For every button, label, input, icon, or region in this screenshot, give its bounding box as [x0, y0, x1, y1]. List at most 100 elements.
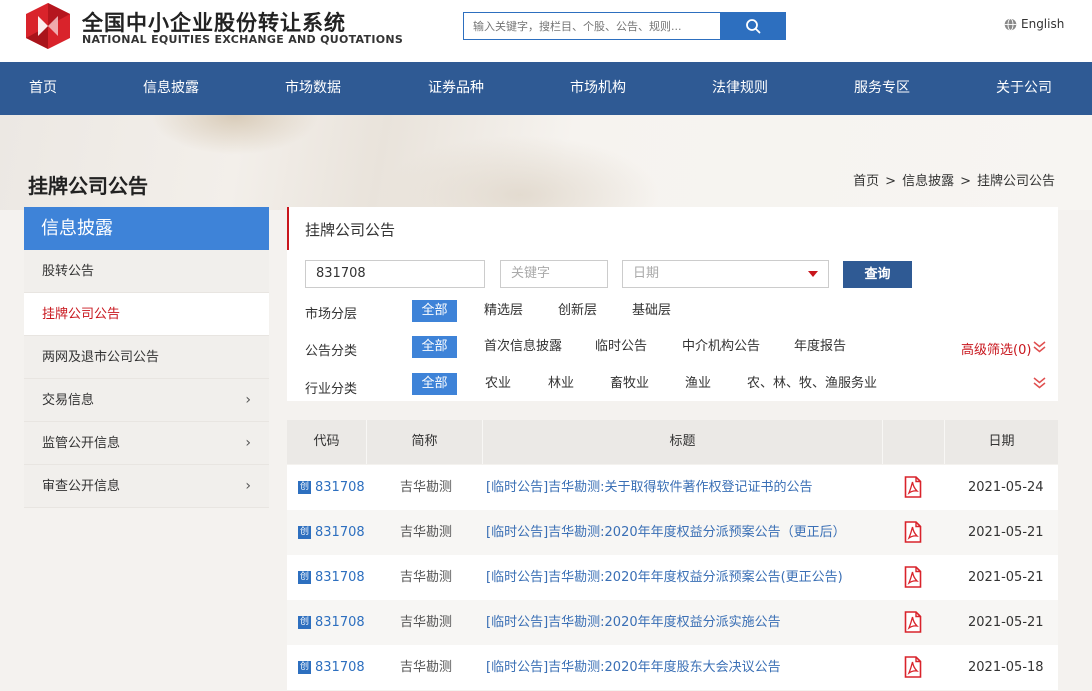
page-banner	[0, 115, 1092, 210]
col-header-name: 简称	[411, 434, 438, 449]
date-picker[interactable]: 日期	[622, 260, 829, 288]
row-title-link[interactable]: [临时公告]吉华勘测:2020年年度权益分派预案公告(更正公告)	[486, 555, 843, 600]
advanced-filter-link[interactable]: 高级筛选(0)	[961, 339, 1031, 358]
column-divider	[882, 420, 883, 464]
chevron-right-icon: ›	[245, 478, 251, 494]
nav-item-services[interactable]: 服务专区	[854, 62, 910, 115]
globe-icon	[1004, 17, 1017, 31]
innovation-tier-badge: 创	[298, 661, 311, 674]
row-short-name: 吉华勘测	[400, 525, 453, 540]
industry-forestry[interactable]: 林业	[548, 373, 574, 395]
market-tier-basic[interactable]: 基础层	[632, 300, 671, 322]
sidebar-item-regulatory-info[interactable]: 监管公开信息 ›	[24, 422, 269, 465]
row-short-name: 吉华勘测	[400, 660, 453, 675]
double-chevron-down-icon[interactable]	[1033, 341, 1046, 354]
innovation-tier-badge: 创	[298, 571, 311, 584]
type-all[interactable]: 全部	[412, 336, 457, 358]
page-title: 挂牌公司公告	[28, 174, 148, 198]
pdf-icon[interactable]	[904, 566, 922, 588]
pdf-icon[interactable]	[904, 521, 922, 543]
row-code: 831708	[315, 570, 365, 585]
neeq-logo-icon[interactable]	[24, 2, 72, 50]
row-title-link[interactable]: [临时公告]吉华勘测:2020年年度股东大会决议公告	[486, 645, 781, 690]
sidebar-heading: 信息披露	[24, 207, 269, 250]
row-title-link[interactable]: [临时公告]吉华勘测:关于取得软件著作权登记证书的公告	[486, 465, 813, 510]
site-header: 全国中小企业股份转让系统 NATIONAL EQUITIES EXCHANGE …	[0, 0, 1092, 62]
type-annual-report[interactable]: 年度报告	[794, 336, 846, 358]
breadcrumb-separator: >	[960, 174, 971, 189]
innovation-tier-badge: 创	[298, 526, 311, 539]
breadcrumb: 首页 > 信息披露 > 挂牌公司公告	[853, 170, 1055, 189]
row-title-link[interactable]: [临时公告]吉华勘测:2020年年度权益分派预案公告（更正后）	[486, 510, 846, 555]
pdf-icon[interactable]	[904, 611, 922, 633]
row-code: 831708	[315, 525, 365, 540]
filter-panel	[287, 207, 1058, 401]
sidebar-item-listed-company-announcements[interactable]: 挂牌公司公告	[24, 293, 269, 336]
type-intermediary[interactable]: 中介机构公告	[682, 336, 760, 358]
keyword-input[interactable]: 关键字	[500, 260, 608, 288]
row-code-link[interactable]: 创 831708	[298, 645, 365, 690]
market-tier-select[interactable]: 精选层	[484, 300, 523, 322]
search-button[interactable]	[720, 12, 786, 40]
main-nav: 首页 信息披露 市场数据 证券品种 市场机构 法律规则 服务专区 关于公司	[0, 62, 1092, 115]
industry-husbandry[interactable]: 畜牧业	[610, 373, 649, 395]
row-short-name: 吉华勘测	[400, 615, 453, 630]
industry-fishery[interactable]: 渔业	[685, 373, 711, 395]
row-code-link[interactable]: 创 831708	[298, 510, 365, 555]
row-date: 2021-05-21	[968, 525, 1044, 540]
row-code: 831708	[315, 660, 365, 675]
breadcrumb-disclosure[interactable]: 信息披露	[902, 174, 954, 189]
row-title-link[interactable]: [临时公告]吉华勘测:2020年年度权益分派实施公告	[486, 600, 781, 645]
pdf-icon[interactable]	[904, 656, 922, 678]
nav-item-institutions[interactable]: 市场机构	[570, 62, 626, 115]
announcement-type-label: 公告分类	[305, 344, 358, 359]
col-header-date: 日期	[988, 434, 1015, 449]
sidebar-item-delisted-announcements[interactable]: 两网及退市公司公告	[24, 336, 269, 379]
double-chevron-down-icon[interactable]	[1033, 377, 1046, 390]
industry-agri-services[interactable]: 农、林、牧、渔服务业	[747, 373, 877, 395]
sidebar-item-nq-announcements[interactable]: 股转公告	[24, 250, 269, 293]
chevron-right-icon: ›	[245, 392, 251, 408]
row-code-link[interactable]: 创 831708	[298, 465, 365, 510]
nav-item-home[interactable]: 首页	[29, 62, 57, 115]
sidebar-item-label: 审查公开信息	[42, 479, 121, 494]
code-input[interactable]: 831708	[305, 260, 485, 288]
nav-item-securities[interactable]: 证券品种	[428, 62, 484, 115]
panel-title: 挂牌公司公告	[305, 221, 396, 239]
col-header-title: 标题	[669, 434, 696, 449]
site-search-input[interactable]	[463, 12, 721, 40]
industry-label: 行业分类	[305, 382, 358, 397]
row-code: 831708	[315, 480, 365, 495]
nav-item-disclosure[interactable]: 信息披露	[143, 62, 199, 115]
query-button[interactable]: 查询	[843, 261, 912, 288]
market-tier-all[interactable]: 全部	[412, 300, 457, 322]
breadcrumb-home[interactable]: 首页	[853, 174, 879, 189]
sidebar-item-label: 两网及退市公司公告	[42, 350, 160, 365]
nav-item-market-data[interactable]: 市场数据	[285, 62, 341, 115]
brand-name-en: NATIONAL EQUITIES EXCHANGE AND QUOTATION…	[82, 33, 404, 46]
row-code-link[interactable]: 创 831708	[298, 600, 365, 645]
sidebar-item-label: 股转公告	[42, 264, 95, 279]
sidebar-item-label: 挂牌公司公告	[42, 307, 121, 322]
industry-agriculture[interactable]: 农业	[485, 373, 511, 395]
industry-all[interactable]: 全部	[412, 373, 457, 395]
search-icon	[746, 19, 761, 34]
innovation-tier-badge: 创	[298, 481, 311, 494]
caret-down-icon	[808, 271, 818, 277]
sidebar-item-label: 交易信息	[42, 393, 95, 408]
type-first-disclosure[interactable]: 首次信息披露	[484, 336, 562, 358]
nav-item-about[interactable]: 关于公司	[996, 62, 1052, 115]
market-tier-label: 市场分层	[305, 307, 358, 322]
language-switch[interactable]: English	[1004, 17, 1064, 31]
market-tier-innovation[interactable]: 创新层	[558, 300, 597, 322]
nav-item-rules[interactable]: 法律规则	[712, 62, 768, 115]
row-code-link[interactable]: 创 831708	[298, 555, 365, 600]
sidebar-item-trading-info[interactable]: 交易信息 ›	[24, 379, 269, 422]
breadcrumb-current: 挂牌公司公告	[976, 174, 1055, 189]
type-temporary[interactable]: 临时公告	[595, 336, 647, 358]
sidebar-item-review-info[interactable]: 审查公开信息 ›	[24, 465, 269, 508]
panel-title-marker	[287, 207, 289, 250]
row-date: 2021-05-24	[968, 480, 1044, 495]
pdf-icon[interactable]	[904, 476, 922, 498]
date-placeholder: 日期	[633, 266, 660, 281]
